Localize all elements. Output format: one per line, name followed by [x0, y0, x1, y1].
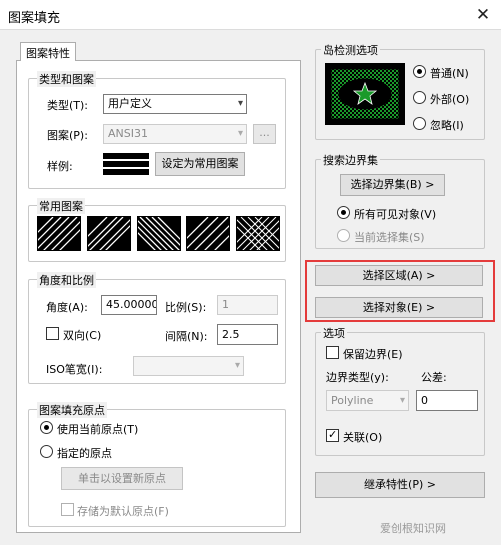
angle-label: 角度(A): — [46, 301, 88, 314]
reverse-hatch-icon — [138, 217, 180, 250]
associative-checkbox[interactable] — [326, 428, 339, 442]
options-legend: 选项 — [321, 325, 347, 341]
common-patterns-legend: 常用图案 — [37, 198, 85, 214]
boundary-type-value: Polyline — [331, 394, 374, 407]
spacing-label: 间隔(N): — [165, 330, 208, 343]
inherit-properties-button[interactable]: 继承特性(P) > — [315, 472, 485, 498]
type-pattern-legend: 类型和图案 — [37, 71, 96, 87]
set-new-origin-button[interactable]: 单击以设置新原点 — [61, 467, 183, 490]
pattern-swatch-ansi31[interactable] — [37, 216, 81, 251]
island-normal-radio[interactable] — [413, 65, 426, 78]
boundary-type-label: 边界类型(y): — [326, 371, 389, 384]
angle-scale-legend: 角度和比例 — [37, 272, 96, 288]
tolerance-label: 公差: — [421, 371, 447, 384]
chevron-down-icon: ▾ — [234, 360, 240, 371]
specified-origin-label: 指定的原点 — [57, 447, 112, 460]
use-current-origin-label: 使用当前原点(T) — [57, 423, 139, 436]
set-common-pattern-button[interactable]: 设定为常用图案 — [155, 152, 245, 176]
title-bar: 图案填充 ✕ — [0, 0, 501, 30]
pattern-browse-button[interactable]: ... — [253, 124, 276, 144]
scale-value: 1 — [222, 298, 229, 311]
close-icon[interactable]: ✕ — [470, 4, 496, 26]
chevron-down-icon: ▾ — [237, 128, 243, 139]
origin-legend: 图案填充原点 — [37, 402, 107, 418]
sample-preview — [103, 153, 149, 175]
island-preview — [325, 63, 405, 125]
pattern-label: 图案(P): — [47, 129, 88, 142]
double-checkbox[interactable] — [46, 327, 59, 340]
keep-boundary-label: 保留边界(E) — [343, 348, 403, 361]
sample-label: 样例: — [47, 160, 73, 173]
island-normal-label: 普通(N) — [430, 67, 469, 80]
island-outer-label: 外部(O) — [430, 93, 470, 106]
iso-pen-select[interactable]: ▾ — [133, 356, 244, 376]
store-default-origin-label: 存储为默认原点(F) — [77, 505, 169, 518]
all-visible-objects-label: 所有可见对象(V) — [354, 208, 437, 221]
tolerance-input[interactable]: 0 — [416, 390, 478, 411]
chevron-down-icon: ▾ — [237, 98, 243, 109]
store-default-origin-checkbox[interactable] — [61, 503, 74, 516]
island-ignore-radio[interactable] — [413, 117, 426, 130]
chevron-down-icon: ▾ — [399, 395, 405, 406]
crosshatch-icon — [237, 217, 279, 250]
sample-lines-icon — [103, 153, 149, 175]
tolerance-value: 0 — [421, 394, 428, 407]
boundary-set-legend: 搜索边界集 — [321, 152, 380, 168]
double-label: 双向(C) — [63, 329, 102, 342]
boundary-type-select[interactable]: Polyline ▾ — [326, 390, 409, 411]
island-ignore-label: 忽略(I) — [430, 119, 464, 132]
use-current-origin-radio[interactable] — [40, 421, 53, 434]
spacing-value: 2.5 — [222, 328, 240, 341]
tab-pattern-properties[interactable]: 图案特性 — [20, 42, 76, 61]
spacing-input[interactable]: 2.5 — [217, 324, 278, 345]
current-selection-set-radio[interactable] — [337, 229, 350, 242]
tab-label: 图案特性 — [26, 47, 70, 60]
scale-label: 比例(S): — [165, 301, 207, 314]
pattern-swatch-2[interactable] — [87, 216, 131, 251]
angle-value: 45.000000 — [106, 298, 156, 311]
pattern-swatch-3[interactable] — [137, 216, 181, 251]
watermark-text: 爱创根知识网 — [380, 522, 446, 535]
angle-input[interactable]: 45.000000 — [101, 295, 157, 315]
specified-origin-radio[interactable] — [40, 445, 53, 458]
island-preview-graphic — [330, 68, 400, 120]
type-label: 类型(T): — [47, 99, 89, 112]
pattern-select[interactable]: ANSI31 ▾ — [103, 124, 247, 144]
current-selection-set-label: 当前选择集(S) — [354, 231, 425, 244]
keep-boundary-checkbox[interactable] — [326, 346, 339, 359]
diagonal-hatch-icon — [88, 217, 130, 250]
associative-label: 关联(O) — [343, 431, 383, 444]
scale-input[interactable]: 1 — [217, 295, 278, 315]
select-objects-button[interactable]: 选择对象(E) > — [315, 297, 483, 318]
pattern-select-value: ANSI31 — [108, 127, 148, 140]
island-detection-legend: 岛检测选项 — [321, 42, 380, 58]
island-outer-radio[interactable] — [413, 91, 426, 104]
pattern-swatch-5[interactable] — [236, 216, 280, 251]
select-boundary-set-button[interactable]: 选择边界集(B) > — [340, 174, 445, 196]
type-select[interactable]: 用户定义 ▾ — [103, 94, 247, 114]
pattern-swatch-4[interactable] — [186, 216, 230, 251]
diagonal-hatch-icon — [38, 217, 80, 250]
iso-label: ISO笔宽(I): — [46, 363, 103, 376]
all-visible-objects-radio[interactable] — [337, 206, 350, 219]
window-title: 图案填充 — [8, 11, 61, 26]
diagonal-hatch-icon — [187, 217, 229, 250]
select-area-button[interactable]: 选择区域(A) > — [315, 265, 483, 286]
type-select-value: 用户定义 — [108, 97, 152, 110]
